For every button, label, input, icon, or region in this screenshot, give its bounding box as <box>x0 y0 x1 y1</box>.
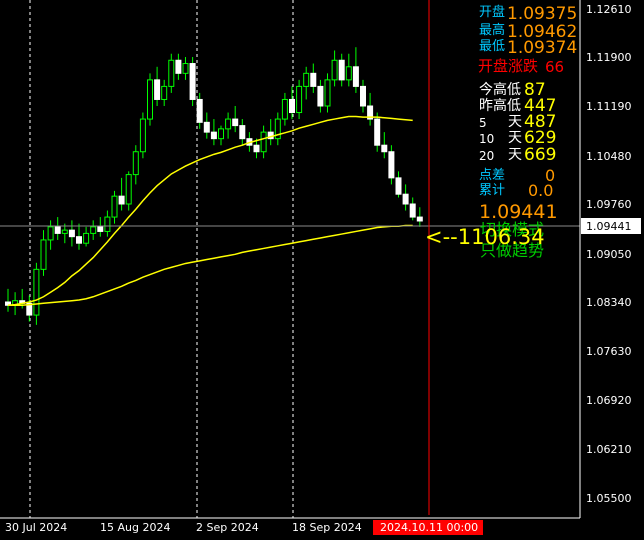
y-tick-label: 1.06210 <box>586 443 632 456</box>
candle <box>367 92 374 126</box>
d20-value: 669 <box>524 145 557 165</box>
candle <box>331 50 338 87</box>
open-change-value: 66 <box>545 58 565 76</box>
candle <box>388 145 395 185</box>
candle <box>118 177 125 211</box>
y-tick-label: 1.11900 <box>586 51 632 64</box>
candle <box>225 112 232 139</box>
candle <box>132 145 139 185</box>
d5-unit: 天 <box>508 114 522 130</box>
candle <box>111 190 118 224</box>
candle <box>196 92 203 129</box>
candle <box>281 92 288 126</box>
candle <box>26 295 33 322</box>
candle <box>139 112 146 159</box>
d5-label: 5 <box>479 116 487 130</box>
candle <box>381 132 388 159</box>
y-tick-label: 1.12610 <box>586 3 632 16</box>
x-tick-label: 15 Aug 2024 <box>100 521 171 534</box>
ma-annotation: <--1106.34 <box>425 225 545 249</box>
cumulative-value: 0.0 <box>528 181 554 200</box>
candle <box>402 184 409 211</box>
cursor-time-label: 2024.10.11 00:00 <box>380 521 479 534</box>
y-tick-label: 1.05500 <box>586 492 632 505</box>
candle <box>33 262 40 325</box>
candle <box>203 112 210 139</box>
candle <box>147 73 153 126</box>
yesterday-range-label: 昨高低 <box>479 98 521 114</box>
d20-label: 20 <box>479 149 495 163</box>
candle <box>310 63 317 93</box>
candle <box>260 125 267 159</box>
candle <box>97 217 104 237</box>
candle <box>409 197 416 221</box>
candle <box>274 112 281 146</box>
spread-label: 点差 <box>479 168 506 183</box>
candle <box>83 226 90 247</box>
y-tick-label: 1.09760 <box>586 198 632 211</box>
candle <box>104 210 111 237</box>
candle <box>189 57 196 106</box>
moving-averages <box>7 115 413 307</box>
candle <box>289 86 295 120</box>
candle <box>90 220 97 240</box>
candle <box>76 223 82 250</box>
low-label: 最低 <box>479 39 506 54</box>
grid-lines <box>29 0 294 518</box>
candle <box>68 220 75 247</box>
candle <box>218 125 224 146</box>
candle <box>168 53 175 93</box>
candle <box>338 53 345 87</box>
candle <box>360 79 366 113</box>
today-range-label: 今高低 <box>479 82 521 98</box>
y-tick-label: 1.10480 <box>586 150 632 163</box>
d10-label: 10 <box>479 132 495 146</box>
x-tick-label: 30 Jul 2024 <box>5 521 68 534</box>
candle <box>267 119 274 146</box>
y-tick-label: 1.09050 <box>586 248 632 261</box>
x-tick-label: 18 Sep 2024 <box>292 521 362 534</box>
cumulative-label: 累计 <box>479 183 506 198</box>
candle <box>5 288 11 312</box>
high-label: 最高 <box>479 23 506 38</box>
y-tick-label: 1.06920 <box>586 394 632 407</box>
candle <box>345 53 352 87</box>
y-tick-label: 1.08340 <box>586 296 632 309</box>
candle <box>296 79 303 120</box>
candle <box>317 79 324 113</box>
candle <box>210 119 217 146</box>
d10-unit: 天 <box>508 130 522 146</box>
open-value: 1.09375 <box>507 4 578 24</box>
d20-unit: 天 <box>508 147 522 163</box>
candle <box>303 66 310 100</box>
y-tick-label: 1.07630 <box>586 345 632 358</box>
moving-average-line <box>8 224 413 307</box>
x-tick-label: 2 Sep 2024 <box>196 521 259 534</box>
candle <box>154 66 161 106</box>
candle <box>182 57 189 80</box>
low-value: 1.09374 <box>507 38 578 58</box>
candle <box>54 217 61 240</box>
candle <box>175 53 182 80</box>
candle <box>416 207 423 227</box>
candle <box>239 119 246 146</box>
open-label: 开盘 <box>479 5 506 20</box>
candle <box>125 171 132 211</box>
candle <box>374 112 381 152</box>
candle <box>324 73 331 113</box>
candle <box>352 47 359 93</box>
candle <box>47 220 54 250</box>
candle <box>40 230 47 276</box>
candle <box>61 223 68 244</box>
candle <box>161 79 168 106</box>
candle <box>232 106 239 133</box>
open-change-label: 开盘涨跌 <box>478 57 539 75</box>
current-price-label: 1.09441 <box>586 220 632 233</box>
candle <box>395 171 402 198</box>
moving-average-line <box>7 115 413 307</box>
y-tick-label: 1.11190 <box>586 100 632 113</box>
candlesticks <box>5 47 423 325</box>
price-chart[interactable] <box>0 0 644 540</box>
